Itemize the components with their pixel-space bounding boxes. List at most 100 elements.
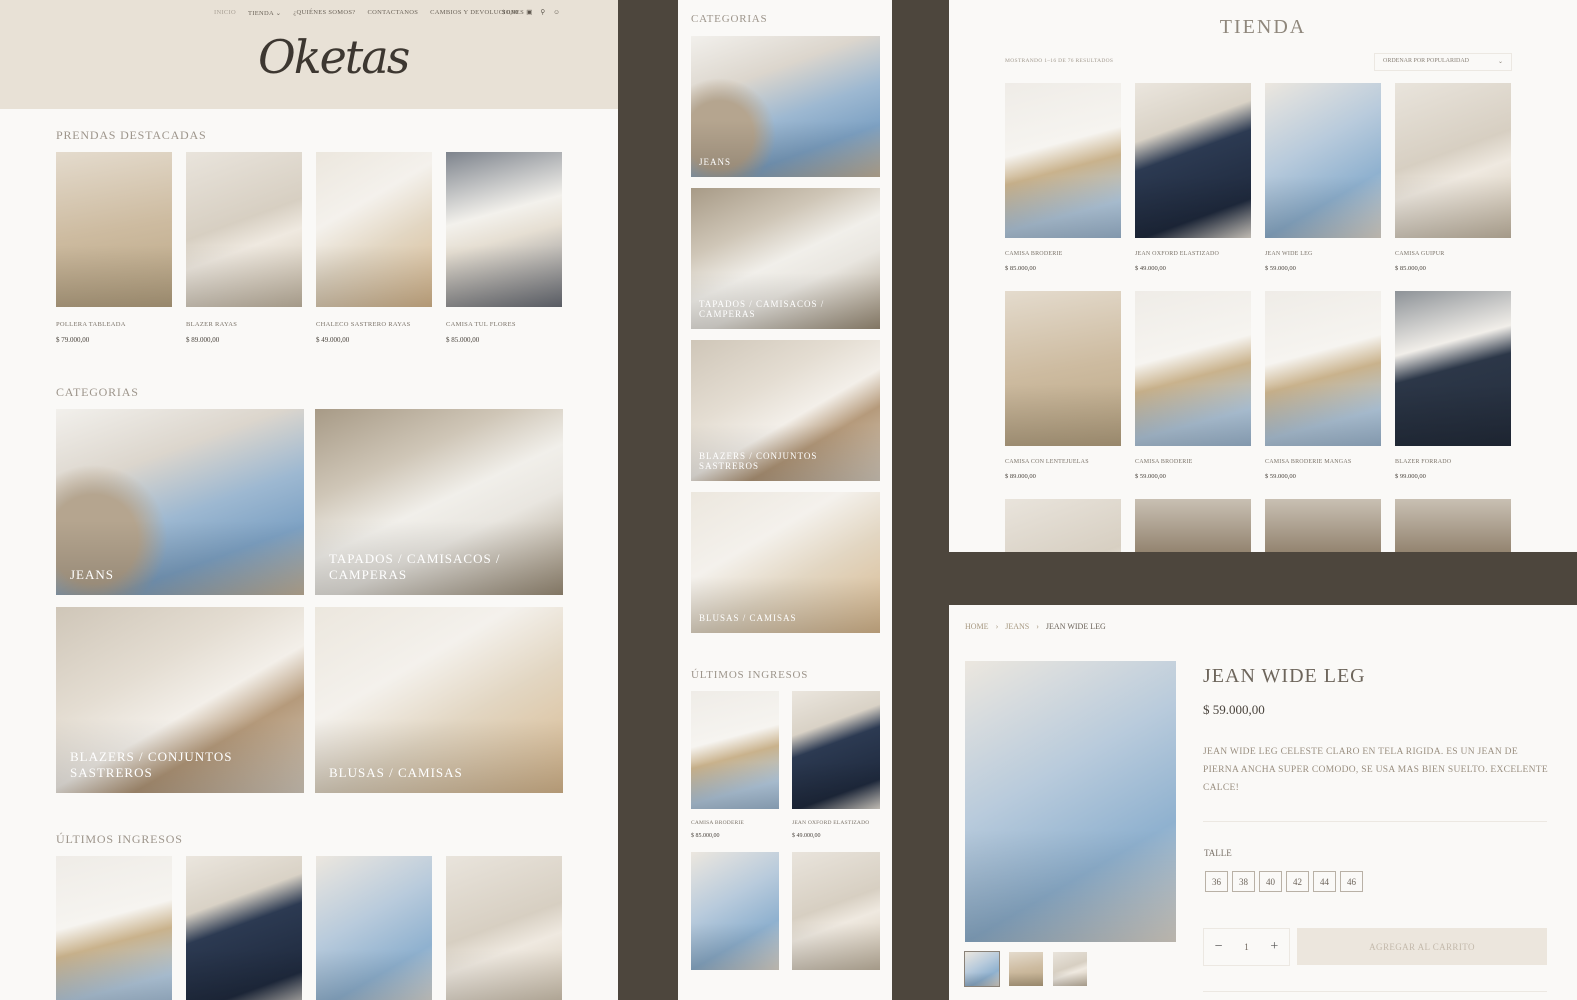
category-card-blazers[interactable]: BLAZERS / CONJUNTOS SASTREROS [691,340,880,481]
product-image[interactable] [56,856,172,1000]
product-card[interactable] [316,856,432,1000]
search-icon[interactable]: ⚲ [540,8,545,16]
quantity-value[interactable]: 1 [1244,942,1249,952]
increase-button[interactable]: + [1270,939,1278,955]
product-name[interactable]: CAMISA TUL FLORES [446,321,562,328]
product-name[interactable]: CHALECO SASTRERO RAYAS [316,321,432,328]
nav-tienda[interactable]: TIENDA ⌄ [248,9,281,17]
product-card[interactable]: JEAN OXFORD ELASTIZADO $ 49.000,00 [792,691,880,839]
product-price: $ 89.000,00 [1005,473,1036,480]
product-image[interactable] [1265,499,1381,552]
product-card[interactable]: JEAN OXFORD ELASTIZADO $ 49.000,00 [1135,83,1251,291]
size-option[interactable]: 46 [1340,871,1363,892]
product-card[interactable]: CAMISA BRODERIE $ 59.000,00 [1135,291,1251,499]
product-card[interactable]: CHALECO SASTRERO RAYAS $ 49.000,00 [316,152,432,344]
product-card[interactable]: CAMISA TUL FLORES $ 85.000,00 [446,152,562,344]
product-image[interactable] [1005,499,1121,552]
product-image[interactable] [316,856,432,1000]
product-card[interactable] [691,852,779,970]
product-card[interactable]: CAMISA BRODERIE $ 85.000,00 [1005,83,1121,291]
product-image[interactable] [56,152,172,307]
product-card[interactable]: BLAZER FORRADO $ 99.000,00 [1395,291,1511,499]
product-image[interactable] [186,856,302,1000]
nav-quienes-somos[interactable]: ¿QUIÉNES SOMOS? [293,9,355,17]
site-logo[interactable]: Oketas [258,30,410,84]
product-card[interactable] [792,852,880,970]
product-name[interactable]: JEAN OXFORD ELASTIZADO [792,820,880,826]
breadcrumb-home[interactable]: HOME [965,622,989,631]
product-image[interactable] [1005,83,1121,238]
product-image[interactable] [1265,291,1381,446]
sort-select[interactable]: ORDENAR POR POPULARIDAD ⌄ [1374,53,1512,71]
size-option[interactable]: 40 [1259,871,1282,892]
product-name[interactable]: POLLERA TABLEADA [56,321,172,328]
product-image[interactable] [1135,83,1251,238]
product-name[interactable]: CAMISA GUIPUR [1395,251,1511,257]
product-image[interactable] [1265,83,1381,238]
size-option[interactable]: 38 [1232,871,1255,892]
product-name[interactable]: JEAN WIDE LEG [1265,251,1381,257]
product-image[interactable] [186,152,302,307]
product-image[interactable] [1395,291,1511,446]
product-image[interactable] [792,852,880,970]
product-image[interactable] [446,856,562,1000]
cart-icon[interactable]: ▣ [526,8,532,16]
size-option[interactable]: 44 [1313,871,1336,892]
breadcrumb: HOME › JEANS › JEAN WIDE LEG [965,622,1106,631]
product-card[interactable]: POLLERA TABLEADA $ 79.000,00 [56,152,172,344]
product-name[interactable]: CAMISA BRODERIE [691,820,779,826]
add-to-cart-button[interactable]: AGREGAR AL CARRITO [1297,928,1547,965]
product-image[interactable] [1135,499,1251,552]
product-card[interactable]: CAMISA BRODERIE $ 85.000,00 [691,691,779,839]
product-name[interactable]: BLAZER FORRADO [1395,459,1511,465]
product-image[interactable] [1005,291,1121,446]
product-main-image[interactable] [965,661,1176,942]
product-image[interactable] [1135,291,1251,446]
product-card[interactable] [56,856,172,1000]
thumbnail[interactable] [964,951,1000,987]
product-card[interactable] [1265,499,1381,552]
category-card-tapados[interactable]: TAPADOS / CAMISACOS / CAMPERAS [315,409,563,595]
product-card[interactable]: CAMISA BRODERIE MANGAS $ 59.000,00 [1265,291,1381,499]
product-image[interactable] [446,152,562,307]
product-image[interactable] [792,691,880,809]
product-image[interactable] [691,691,779,809]
category-grid: JEANS TAPADOS / CAMISACOS / CAMPERAS BLA… [56,409,563,793]
thumbnail[interactable] [1053,952,1087,986]
product-image[interactable] [691,852,779,970]
nav-inicio[interactable]: INICIO [214,9,236,17]
category-card-jeans[interactable]: JEANS [691,36,880,177]
category-card-tapados[interactable]: TAPADOS / CAMISACOS / CAMPERAS [691,188,880,329]
product-card[interactable]: BLAZER RAYAS $ 89.000,00 [186,152,302,344]
product-name[interactable]: CAMISA BRODERIE [1135,459,1251,465]
product-name[interactable]: JEAN OXFORD ELASTIZADO [1135,251,1251,257]
size-option[interactable]: 36 [1205,871,1228,892]
decrease-button[interactable]: − [1215,939,1223,955]
product-name[interactable]: CAMISA BRODERIE MANGAS [1265,459,1381,465]
breadcrumb-category[interactable]: JEANS [1005,622,1029,631]
product-image[interactable] [1395,83,1511,238]
thumbnail[interactable] [1009,952,1043,986]
product-name[interactable]: BLAZER RAYAS [186,321,302,328]
product-card[interactable] [1395,499,1511,552]
nav-contactanos[interactable]: CONTACTANOS [367,9,418,17]
product-image[interactable] [316,152,432,307]
product-card[interactable] [186,856,302,1000]
cart-total[interactable]: $ 0,00 [502,9,518,16]
product-card[interactable] [446,856,562,1000]
product-card[interactable] [1005,499,1121,552]
product-card[interactable]: CAMISA CON LENTEJUELAS $ 89.000,00 [1005,291,1121,499]
product-name[interactable]: CAMISA CON LENTEJUELAS [1005,459,1121,465]
account-icon[interactable]: ☺ [553,9,560,16]
product-image[interactable] [1395,499,1511,552]
product-name[interactable]: CAMISA BRODERIE [1005,251,1121,257]
product-card[interactable]: JEAN WIDE LEG $ 59.000,00 [1265,83,1381,291]
category-card-blusas[interactable]: BLUSAS / CAMISAS [315,607,563,793]
product-card[interactable]: CAMISA GUIPUR $ 85.000,00 [1395,83,1511,291]
category-card-jeans[interactable]: JEANS [56,409,304,595]
size-option[interactable]: 42 [1286,871,1309,892]
product-price: $ 59.000,00 [1135,473,1166,480]
category-card-blazers[interactable]: BLAZERS / CONJUNTOS SASTREROS [56,607,304,793]
product-card[interactable] [1135,499,1251,552]
category-card-blusas[interactable]: BLUSAS / CAMISAS [691,492,880,633]
